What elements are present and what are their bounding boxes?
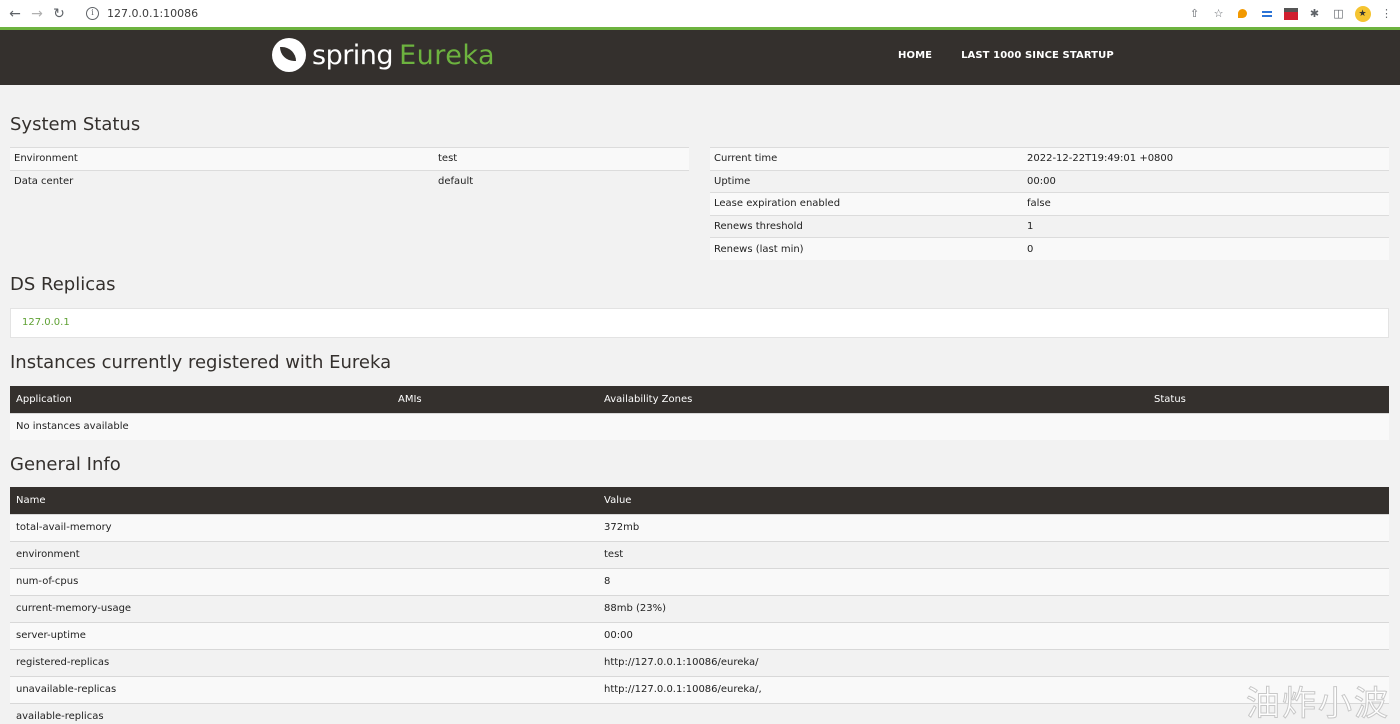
nav-home-link[interactable]: HOME: [898, 50, 932, 61]
ds-replicas-title: DS Replicas: [10, 274, 116, 295]
status-value: 2022-12-22T19:49:01 +0800: [1027, 153, 1174, 165]
status-key: Uptime: [714, 175, 751, 187]
status-key: Renews threshold: [714, 220, 803, 232]
extension-translate-icon[interactable]: [1257, 4, 1276, 23]
table-row: No instances available: [10, 413, 1389, 440]
status-value: test: [438, 153, 458, 165]
column-header: Application: [16, 393, 72, 405]
system-status-right-table: Current time 2022-12-22T19:49:01 +0800 U…: [710, 147, 1389, 260]
status-key: Environment: [14, 153, 78, 165]
table-row: Current time 2022-12-22T19:49:01 +0800: [710, 147, 1389, 170]
status-value: 1: [1027, 220, 1034, 232]
table-row: num-of-cpus 8: [10, 568, 1389, 595]
status-value: default: [438, 176, 474, 187]
share-icon[interactable]: ⇧: [1185, 4, 1204, 23]
status-key: Current time: [714, 153, 778, 165]
table-header-row: Name Value: [10, 487, 1389, 514]
info-value: http://127.0.0.1:10086/eureka/: [604, 657, 759, 668]
info-name: environment: [16, 549, 80, 560]
status-value: false: [1027, 198, 1051, 210]
logo-spring-text: spring: [312, 39, 394, 71]
ds-replicas-list: 127.0.0.1: [10, 308, 1389, 338]
address-bar[interactable]: i 127.0.0.1:10086: [76, 3, 1226, 24]
table-row: environment test: [10, 541, 1389, 568]
spring-eureka-logo[interactable]: spring Eureka: [272, 38, 495, 72]
avatar[interactable]: ★: [1353, 4, 1372, 23]
empty-instances-text: No instances available: [16, 421, 129, 433]
table-row: available-replicas: [10, 703, 1389, 724]
nav-last-1000-link[interactable]: LAST 1000 SINCE STARTUP: [961, 50, 1114, 61]
info-value: 88mb (23%): [604, 603, 667, 614]
column-header: Status: [1154, 393, 1186, 405]
info-value: 372mb: [604, 522, 640, 533]
system-status-title: System Status: [10, 114, 141, 135]
extension-recorder-icon[interactable]: [1281, 4, 1300, 23]
info-value: 8: [604, 576, 611, 587]
info-name: total-avail-memory: [16, 522, 112, 533]
status-value: 00:00: [1027, 175, 1056, 187]
info-name: unavailable-replicas: [16, 684, 117, 695]
table-row: registered-replicas http://127.0.0.1:100…: [10, 649, 1389, 676]
logo-eureka-text: Eureka: [399, 39, 496, 71]
table-row: Environment test: [10, 147, 689, 170]
table-row: Data center default: [10, 170, 689, 193]
reload-icon[interactable]: ↻: [48, 3, 70, 25]
table-row: Uptime 00:00: [710, 170, 1389, 193]
table-row: Renews threshold 1: [710, 215, 1389, 238]
watermark: 油炸小波: [1246, 684, 1390, 724]
table-header-row: Application AMIs Availability Zones Stat…: [10, 386, 1389, 413]
status-key: Lease expiration enabled: [714, 198, 841, 210]
status-key: Data center: [14, 176, 74, 187]
column-header: AMIs: [398, 393, 422, 405]
info-icon[interactable]: i: [86, 7, 99, 20]
menu-icon[interactable]: ⋮: [1377, 4, 1396, 23]
status-value: 0: [1027, 243, 1034, 255]
instances-table: Application AMIs Availability Zones Stat…: [10, 386, 1389, 440]
back-icon[interactable]: ←: [4, 3, 26, 25]
extension-pin-icon[interactable]: [1233, 4, 1252, 23]
column-header: Name: [16, 494, 46, 506]
top-nav: HOME LAST 1000 SINCE STARTUP: [898, 50, 1114, 61]
info-name: num-of-cpus: [16, 576, 79, 587]
system-status-left-table: Environment test Data center default: [10, 147, 689, 193]
replica-link[interactable]: 127.0.0.1: [22, 317, 70, 328]
table-row: current-memory-usage 88mb (23%): [10, 595, 1389, 622]
table-row: Lease expiration enabled false: [710, 192, 1389, 215]
site-header: spring Eureka HOME LAST 1000 SINCE START…: [0, 30, 1400, 85]
table-row: unavailable-replicas http://127.0.0.1:10…: [10, 676, 1389, 703]
extensions-icon[interactable]: ✱: [1305, 4, 1324, 23]
status-key: Renews (last min): [714, 243, 804, 255]
star-icon[interactable]: ☆: [1209, 4, 1228, 23]
general-info-title: General Info: [10, 454, 121, 475]
table-row: Renews (last min) 0: [710, 237, 1389, 260]
table-row: server-uptime 00:00: [10, 622, 1389, 649]
column-header: Value: [604, 494, 632, 506]
table-row: total-avail-memory 372mb: [10, 514, 1389, 541]
info-name: server-uptime: [16, 630, 86, 641]
browser-actions: ⇧ ☆ ✱ ◫ ★ ⋮: [1185, 3, 1396, 24]
forward-icon[interactable]: →: [26, 3, 48, 25]
general-info-table: Name Value total-avail-memory 372mb envi…: [10, 487, 1389, 724]
info-name: available-replicas: [16, 711, 104, 723]
info-value: test: [604, 549, 624, 560]
sidebar-icon[interactable]: ◫: [1329, 4, 1348, 23]
info-value: 00:00: [604, 630, 633, 641]
instances-title: Instances currently registered with Eure…: [10, 352, 392, 373]
info-name: current-memory-usage: [16, 603, 132, 614]
url-text[interactable]: 127.0.0.1:10086: [107, 7, 198, 20]
info-name: registered-replicas: [16, 657, 110, 668]
spring-leaf-icon: [272, 38, 306, 72]
browser-toolbar: ← → ↻ i 127.0.0.1:10086 ⇧ ☆ ✱ ◫ ★ ⋮: [0, 0, 1400, 27]
column-header: Availability Zones: [604, 393, 693, 405]
